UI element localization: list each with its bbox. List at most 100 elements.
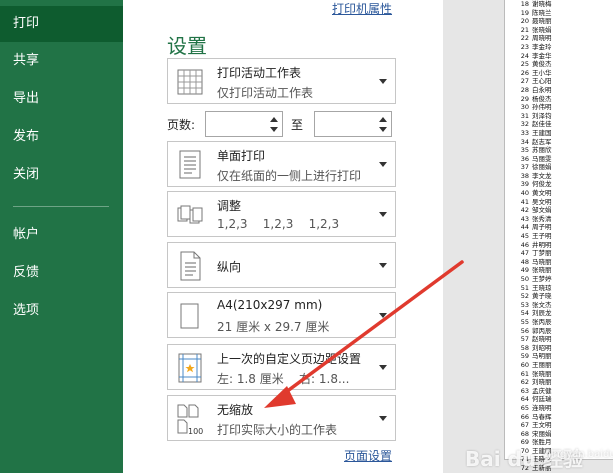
preview-row-number: 51 [520, 283, 529, 292]
preview-row-name: 赵佳佳 [532, 120, 552, 129]
margins-subtitle: 左: 1.8 厘米 右: 1.8... [217, 372, 350, 386]
nav-item-export[interactable]: 导出 [0, 81, 123, 117]
preview-row-number: 50 [520, 275, 529, 283]
preview-row-number: 40 [520, 189, 529, 198]
scaling-icon-label: 100 [188, 427, 204, 436]
preview-row-number: 46 [520, 240, 529, 249]
watermark-url: jingyan.baidu.com [548, 449, 613, 460]
preview-row-name: 张晓丽 [532, 369, 552, 378]
preview-row-number: 61 [520, 369, 529, 378]
preview-row-number: 31 [520, 111, 529, 120]
preview-row-name: 孙伟明 [532, 103, 552, 112]
preview-row: 20 聂晓丽 [515, 17, 610, 26]
pages-from-stepper[interactable] [205, 111, 283, 137]
paper-size-icon [180, 303, 199, 329]
preview-row-name: 刘晓丽 [532, 378, 552, 387]
pane-divider [443, 0, 498, 473]
preview-row-number: 34 [520, 137, 529, 146]
pages-from-input[interactable] [208, 114, 264, 134]
pages-to-stepper[interactable] [314, 111, 392, 137]
sides-title: 单面打印 [217, 149, 266, 163]
preview-row-name: 丁梦丽 [532, 249, 552, 258]
preview-row-number: 37 [520, 163, 529, 172]
preview-row: 35 苏丽欣 [515, 146, 610, 155]
preview-row-name: 孟庆健 [532, 386, 552, 395]
preview-row-number: 54 [520, 309, 529, 318]
chevron-down-icon [379, 263, 387, 268]
preview-row: 42 邹文娟 [515, 206, 610, 215]
page-setup-link[interactable]: 页面设置 [344, 447, 392, 464]
preview-row: 61 张晓丽 [515, 370, 610, 379]
print-what-dropdown[interactable]: 打印活动工作表 仅打印活动工作表 [167, 58, 396, 104]
preview-row-name: 郭丙辰 [532, 326, 552, 335]
preview-row-name: 黄文明 [532, 189, 552, 198]
scaling-title: 无缩放 [217, 403, 254, 417]
scaling-dropdown[interactable]: 100 无缩放 打印实际大小的工作表 [167, 395, 396, 441]
preview-row-name: 连晓明 [532, 403, 552, 412]
preview-row: 33 王建国 [515, 129, 610, 138]
sides-dropdown[interactable]: 单面打印 仅在纸面的一侧上进行打印 [167, 141, 396, 187]
preview-row: 25 黄俊杰 [515, 60, 610, 69]
collate-pages-icon [177, 205, 203, 224]
preview-row-number: 18 [520, 0, 529, 8]
orientation-title: 纵向 [217, 260, 242, 274]
pages-range: 页数: 至 [167, 111, 396, 137]
preview-row-name: 马春辉 [532, 412, 552, 421]
nav-item-share[interactable]: 共享 [0, 43, 123, 79]
nav-item-print[interactable]: 打印 [0, 6, 123, 42]
preview-row-name: 刘辰龙 [532, 309, 552, 318]
paper-size-title: A4(210x297 mm) [217, 298, 323, 312]
collate-dropdown[interactable]: 调整 1,2,3 1,2,3 1,2,3 [167, 191, 396, 237]
preview-row-name: 张晓丽 [532, 266, 552, 275]
preview-row: 29 杨俊杰 [515, 95, 610, 104]
nav-divider [13, 206, 109, 207]
orientation-dropdown[interactable]: 纵向 [167, 242, 396, 288]
preview-row: 65 连晓明 [515, 404, 610, 413]
preview-row-number: 41 [520, 197, 529, 206]
printer-properties-link[interactable]: 打印机属性 [332, 0, 392, 17]
spin-down-icon[interactable] [379, 127, 387, 132]
preview-row: 32 赵佳佳 [515, 120, 610, 129]
nav-item-close[interactable]: 关闭 [0, 157, 123, 193]
margins-dropdown[interactable]: 上一次的自定义页边距设置 左: 1.8 厘米 右: 1.8... [167, 344, 396, 390]
nav-item-account[interactable]: 帐户 [0, 217, 123, 253]
preview-row: 48 马晓丽 [515, 258, 610, 267]
preview-row: 54 刘辰龙 [515, 309, 610, 318]
nav-item-feedback[interactable]: 反馈 [0, 255, 123, 291]
preview-row-name: 王子明 [532, 232, 552, 241]
preview-row: 49 张晓丽 [515, 266, 610, 275]
preview-row-name: 马晓丽 [532, 257, 552, 266]
preview-row-number: 66 [520, 412, 529, 421]
spin-up-icon[interactable] [270, 117, 278, 122]
preview-row-number: 45 [520, 232, 529, 241]
spin-up-icon[interactable] [379, 117, 387, 122]
preview-row-name: 王建国 [532, 128, 552, 137]
preview-row: 47 丁梦丽 [515, 249, 610, 258]
preview-row-number: 47 [520, 249, 529, 258]
preview-row-name: 吴文明 [532, 197, 552, 206]
preview-row-number: 24 [520, 51, 529, 60]
preview-row-name: 马明丽 [532, 352, 552, 361]
preview-row-name: 王丽丽 [532, 360, 552, 369]
preview-row: 64 何廷瑞 [515, 395, 610, 404]
preview-row: 46 井明明 [515, 241, 610, 250]
preview-row-number: 53 [520, 300, 529, 309]
preview-row-number: 56 [520, 326, 529, 335]
print-what-title: 打印活动工作表 [217, 66, 302, 80]
print-preview[interactable]: 18 谢晓梅 19 陈晓兰 20 聂晓丽 21 张晓娟 22 周晓明 23 李金玲 24 李金华 25 黄俊杰… [498, 0, 613, 473]
pages-to-input[interactable] [317, 114, 373, 134]
paper-size-dropdown[interactable]: A4(210x297 mm) 21 厘米 x 29.7 厘米 [167, 292, 396, 338]
preview-row-number: 43 [520, 214, 529, 223]
nav-item-options[interactable]: 选项 [0, 293, 123, 329]
nav-item-publish[interactable]: 发布 [0, 119, 123, 155]
sheet-grid-icon [177, 69, 203, 95]
custom-margins-icon [178, 353, 202, 383]
preview-row-number: 62 [520, 378, 529, 387]
preview-row: 41 吴文明 [515, 198, 610, 207]
preview-row-name: 徐丽娟 [532, 163, 552, 172]
preview-row-name: 张文杰 [532, 300, 552, 309]
preview-row: 38 李文龙 [515, 172, 610, 181]
spin-down-icon[interactable] [270, 127, 278, 132]
preview-row-number: 38 [520, 171, 529, 180]
preview-row-number: 20 [520, 17, 529, 26]
